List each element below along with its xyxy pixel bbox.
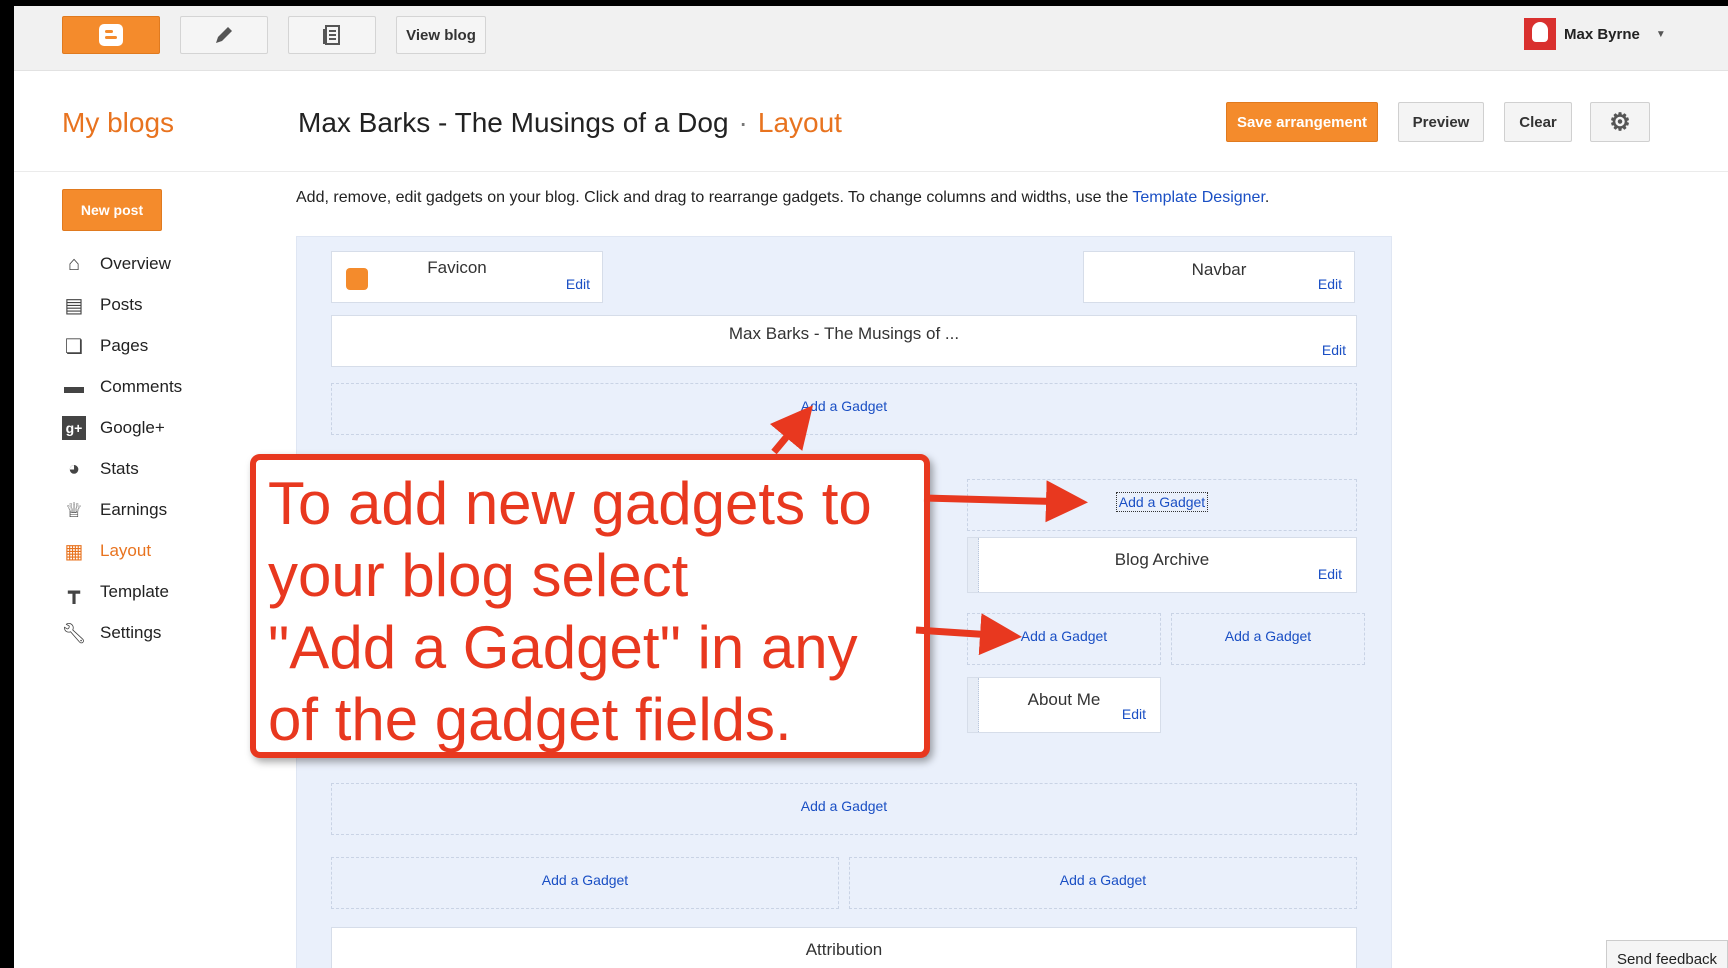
add-gadget-link[interactable]: Add a Gadget — [968, 628, 1160, 644]
edit-link[interactable]: Edit — [1318, 276, 1342, 292]
posts-icon: ▤ — [64, 294, 84, 317]
sidebar-item-label: Layout — [100, 541, 152, 560]
gadget-favicon[interactable]: Favicon Edit — [331, 251, 603, 303]
gadget-title: Max Barks - The Musings of ... — [728, 324, 960, 343]
gadget-title: Blog Archive — [1114, 550, 1210, 569]
annotation-text: To add new gadgets to your blog select "… — [268, 468, 872, 756]
sidebar-item-overview[interactable]: ⌂ Overview — [62, 252, 171, 276]
template-designer-link[interactable]: Template Designer — [1132, 189, 1265, 206]
sidebar-item-label: Settings — [100, 623, 162, 642]
sidebar-item-settings[interactable]: 🔧︎ Settings — [61, 621, 162, 645]
comments-icon: ▬ — [64, 375, 84, 398]
title-separator: · — [738, 107, 748, 138]
layout-description: Add, remove, edit gadgets on your blog. … — [296, 189, 1269, 207]
avatar — [1524, 18, 1556, 50]
settings-gear-button[interactable]: ⚙ — [1590, 102, 1650, 142]
blogger-window: View blog Max Byrne ▼ My blogs Max Barks… — [14, 6, 1728, 968]
sidebar-item-label: Posts — [100, 295, 143, 314]
sidebar-item-template[interactable]: ┳ Template — [62, 580, 169, 604]
add-gadget-slot[interactable]: Add a Gadget — [331, 383, 1357, 435]
page-header: My blogs Max Barks - The Musings of a Do… — [14, 71, 1728, 172]
add-gadget-link[interactable]: Add a Gadget — [332, 798, 1356, 814]
chevron-down-icon: ▼ — [1655, 28, 1666, 40]
gear-icon: ⚙ — [1609, 108, 1631, 136]
paint-roller-icon: ┳ — [67, 581, 81, 604]
add-gadget-label: Add a Gadget — [1115, 492, 1209, 512]
description-end: . — [1264, 189, 1270, 206]
user-name: Max Byrne — [1564, 25, 1640, 43]
add-gadget-slot[interactable]: Add a Gadget — [331, 857, 839, 909]
gadget-blog-archive[interactable]: Blog Archive Edit — [967, 537, 1357, 593]
sidebar-item-label: Stats — [100, 459, 139, 478]
user-menu[interactable]: Max Byrne ▼ — [1524, 18, 1666, 50]
gadget-attribution[interactable]: Attribution — [331, 927, 1357, 968]
gadget-about-me[interactable]: About Me Edit — [967, 677, 1161, 733]
pages-icon: ❏ — [65, 335, 83, 358]
edit-link[interactable]: Edit — [1322, 342, 1346, 358]
view-blog-label: View blog — [406, 26, 476, 44]
add-gadget-slot[interactable]: Add a Gadget — [331, 783, 1357, 835]
annotation-line: "Add a Gadget" in any — [268, 614, 858, 681]
view-blog-button[interactable]: View blog — [396, 16, 486, 54]
send-feedback-button[interactable]: Send feedback — [1606, 940, 1728, 968]
preview-button[interactable]: Preview — [1398, 102, 1484, 142]
stats-icon: ◕ — [67, 457, 81, 480]
gadget-navbar[interactable]: Navbar Edit — [1083, 251, 1355, 303]
annotation-line: To add new gadgets to — [268, 470, 872, 537]
edit-link[interactable]: Edit — [1318, 566, 1342, 582]
add-gadget-link[interactable]: Add a Gadget — [850, 872, 1356, 888]
sidebar-item-label: Google+ — [100, 418, 165, 437]
home-icon: ⌂ — [67, 252, 81, 275]
blogger-logo-button[interactable] — [62, 16, 160, 54]
add-gadget-link[interactable]: Add a Gadget — [968, 492, 1356, 512]
sidebar-item-comments[interactable]: ▬ Comments — [62, 375, 182, 399]
blog-title: Max Barks - The Musings of a Dog — [298, 107, 729, 138]
blogger-logo-icon — [99, 24, 123, 46]
sidebar-item-pages[interactable]: ❏ Pages — [62, 334, 148, 358]
save-arrangement-button[interactable]: Save arrangement — [1226, 102, 1378, 142]
new-post-pencil-button[interactable] — [180, 16, 268, 54]
annotation-line: of the gadget fields. — [268, 686, 792, 753]
sidebar-item-posts[interactable]: ▤ Posts — [62, 293, 143, 317]
add-gadget-slot[interactable]: Add a Gadget — [1171, 613, 1365, 665]
top-bar: View blog Max Byrne ▼ — [14, 6, 1728, 71]
sidebar-item-label: Template — [100, 582, 169, 601]
add-gadget-link[interactable]: Add a Gadget — [1172, 628, 1364, 644]
sidebar-item-label: Pages — [100, 336, 149, 355]
gadget-title: Navbar — [1191, 260, 1247, 279]
sidebar-item-label: Comments — [100, 377, 183, 396]
new-post-button[interactable]: New post — [62, 189, 162, 231]
wrench-icon: 🔧︎ — [61, 622, 87, 645]
clear-button[interactable]: Clear — [1504, 102, 1572, 142]
layout-icon: ▦ — [64, 540, 84, 563]
annotation-callout: To add new gadgets to your blog select "… — [250, 454, 930, 758]
add-gadget-slot[interactable]: Add a Gadget — [967, 613, 1161, 665]
posts-icon — [323, 25, 340, 45]
sidebar-item-label: Overview — [100, 254, 171, 273]
gadget-header[interactable]: Max Barks - The Musings of ... Edit — [331, 315, 1357, 367]
add-gadget-link[interactable]: Add a Gadget — [332, 398, 1356, 414]
section-title: Layout — [757, 107, 842, 138]
add-gadget-link[interactable]: Add a Gadget — [332, 872, 838, 888]
sidebar-item-earnings[interactable]: ♕ Earnings — [62, 498, 167, 522]
sidebar-item-stats[interactable]: ◕ Stats — [62, 457, 139, 481]
sidebar-item-label: Earnings — [100, 500, 168, 519]
my-blogs-link[interactable]: My blogs — [62, 107, 174, 139]
trophy-icon: ♕ — [65, 499, 83, 522]
pencil-icon — [216, 27, 232, 43]
sidebar-item-google-plus[interactable]: g+ Google+ — [62, 416, 165, 440]
add-gadget-slot[interactable]: Add a Gadget — [967, 479, 1357, 531]
google-plus-icon: g+ — [62, 416, 86, 440]
annotation-line: your blog select — [268, 542, 689, 609]
edit-link[interactable]: Edit — [1122, 706, 1146, 722]
sidebar-item-layout[interactable]: ▦ Layout — [62, 539, 152, 563]
edit-link[interactable]: Edit — [566, 276, 590, 292]
add-gadget-slot[interactable]: Add a Gadget — [849, 857, 1357, 909]
gadget-title: Attribution — [805, 940, 883, 959]
posts-list-button[interactable] — [288, 16, 376, 54]
gadget-title: Favicon — [427, 258, 487, 277]
description-text: Add, remove, edit gadgets on your blog. … — [296, 189, 1133, 206]
page-title: Max Barks - The Musings of a Dog · Layout — [298, 107, 842, 139]
